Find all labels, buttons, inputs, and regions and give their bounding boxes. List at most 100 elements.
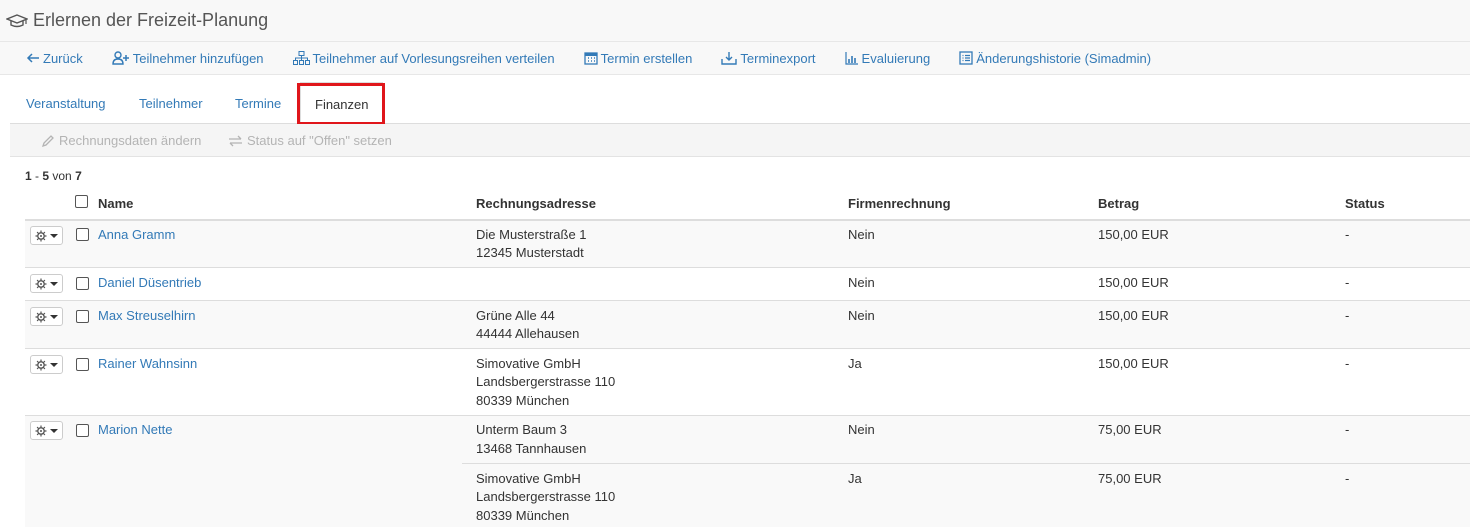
- gear-icon: [35, 359, 47, 370]
- company-invoice-value: Nein: [848, 275, 875, 290]
- company-invoice-value: Ja: [848, 471, 862, 486]
- column-header-address[interactable]: Rechnungsadresse: [476, 196, 596, 211]
- participant-name-link[interactable]: Marion Nette: [98, 420, 172, 439]
- page-title: Erlernen der Freizeit-Planung: [33, 10, 269, 30]
- address-line: Landsbergerstrasse 110: [476, 374, 616, 389]
- row-checkbox[interactable]: [76, 277, 89, 290]
- address-line: 80339 München: [476, 508, 570, 523]
- page-header: Erlernen der Freizeit-Planung: [0, 0, 1470, 42]
- address-line: Simovative GmbH: [476, 356, 581, 371]
- pencil-icon: [41, 134, 55, 148]
- address-line: 44444 Allehausen: [476, 326, 580, 341]
- action-toolbar: Zurück Teilnehmer hinzufügen Teilnehmer …: [0, 42, 1470, 75]
- distribute-participants-label: Teilnehmer auf Vorlesungsreihen verteile…: [312, 50, 555, 66]
- column-header-name[interactable]: Name: [98, 196, 133, 211]
- row-stripe: [25, 416, 1470, 527]
- amount-value: 75,00 EUR: [1098, 422, 1162, 437]
- add-participant-button[interactable]: Teilnehmer hinzufügen: [112, 51, 264, 66]
- address-line: Landsbergerstrasse 110: [476, 489, 616, 504]
- company-invoice-value: Nein: [848, 422, 875, 437]
- arrow-left-icon: [26, 51, 40, 65]
- edit-invoice-data-label: Rechnungsdaten ändern: [59, 133, 202, 148]
- list-alt-icon: [959, 51, 973, 65]
- participant-name-link[interactable]: Max Streuselhirn: [98, 306, 196, 325]
- appointment-export-label: Terminexport: [740, 50, 816, 66]
- address-line: Grüne Alle 44: [476, 308, 555, 323]
- row-checkbox[interactable]: [76, 228, 89, 241]
- row-actions-dropdown[interactable]: [30, 274, 63, 293]
- company-invoice-value: Ja: [848, 356, 862, 371]
- status-value: -: [1345, 471, 1350, 486]
- sitemap-icon: [292, 51, 310, 65]
- company-invoice-value: Nein: [848, 308, 875, 323]
- evaluation-label: Evaluierung: [861, 50, 931, 66]
- row-divider: [25, 415, 1470, 416]
- address-line: Unterm Baum 3: [476, 422, 568, 437]
- address-line: 12345 Musterstadt: [476, 245, 584, 260]
- row-stripe: [25, 221, 1470, 267]
- address-line: 13468 Tannhausen: [476, 441, 587, 456]
- gear-icon: [35, 278, 47, 289]
- create-appointment-label: Termin erstellen: [600, 50, 693, 66]
- pager-from: 1: [25, 169, 32, 183]
- status-value: -: [1345, 308, 1350, 323]
- status-value: -: [1345, 275, 1350, 290]
- row-actions-dropdown[interactable]: [30, 355, 63, 374]
- amount-value: 150,00 EUR: [1098, 308, 1169, 323]
- tab-veranstaltung[interactable]: Veranstaltung: [26, 82, 106, 123]
- graduation-cap-icon: [6, 13, 28, 29]
- change-history-label: Änderungshistorie (Simadmin): [976, 50, 1152, 66]
- row-actions-dropdown[interactable]: [30, 421, 63, 440]
- row-checkbox[interactable]: [76, 310, 89, 323]
- status-value: -: [1345, 356, 1350, 371]
- change-history-button[interactable]: Änderungshistorie (Simadmin): [959, 51, 1151, 66]
- amount-value: 150,00 EUR: [1098, 275, 1169, 290]
- participant-name-link[interactable]: Anna Gramm: [98, 225, 175, 244]
- edit-invoice-data-button[interactable]: Rechnungsdaten ändern: [41, 124, 201, 157]
- participant-name-link[interactable]: Rainer Wahnsinn: [98, 354, 197, 373]
- pager-total: 7: [75, 169, 82, 183]
- row-actions-dropdown[interactable]: [30, 307, 63, 326]
- status-value: -: [1345, 227, 1350, 242]
- amount-value: 150,00 EUR: [1098, 356, 1169, 371]
- address-line: 80339 München: [476, 393, 570, 408]
- add-participant-label: Teilnehmer hinzufügen: [132, 50, 264, 66]
- bar-chart-icon: [844, 51, 859, 65]
- create-appointment-button[interactable]: Termin erstellen: [583, 50, 693, 66]
- status-value: -: [1345, 422, 1350, 437]
- participant-name-link[interactable]: Daniel Düsentrieb: [98, 273, 201, 292]
- set-status-open-button[interactable]: Status auf "Offen" setzen: [228, 124, 392, 157]
- gear-icon: [35, 311, 47, 322]
- address-line: Simovative GmbH: [476, 471, 581, 486]
- pagination-summary: 1 - 5 von 7: [25, 169, 82, 183]
- set-status-open-label: Status auf "Offen" setzen: [247, 133, 392, 148]
- row-divider: [25, 348, 1470, 349]
- back-label: Zurück: [43, 50, 83, 66]
- row-checkbox[interactable]: [76, 424, 89, 437]
- row-divider: [462, 463, 1470, 464]
- appointment-export-button[interactable]: Terminexport: [721, 50, 816, 66]
- row-stripe: [25, 301, 1470, 348]
- highlight-box: [297, 83, 385, 125]
- exchange-icon: [228, 134, 243, 148]
- column-header-amount[interactable]: Betrag: [1098, 196, 1139, 211]
- amount-value: 75,00 EUR: [1098, 471, 1162, 486]
- amount-value: 150,00 EUR: [1098, 227, 1169, 242]
- export-icon: [721, 51, 738, 65]
- pager-of: von: [49, 169, 76, 183]
- back-button[interactable]: Zurück: [26, 51, 83, 66]
- row-checkbox[interactable]: [76, 358, 89, 371]
- caret-down-icon: [50, 314, 58, 319]
- tab-termine[interactable]: Termine: [235, 82, 281, 123]
- evaluation-button[interactable]: Evaluierung: [844, 50, 931, 66]
- gear-icon: [35, 230, 47, 241]
- caret-down-icon: [50, 362, 58, 367]
- select-all-checkbox[interactable]: [75, 195, 88, 208]
- caret-down-icon: [50, 281, 58, 286]
- column-header-company-invoice[interactable]: Firmenrechnung: [848, 196, 951, 211]
- table-action-bar: Rechnungsdaten ändern Status auf "Offen"…: [10, 124, 1470, 157]
- distribute-participants-button[interactable]: Teilnehmer auf Vorlesungsreihen verteile…: [292, 50, 555, 66]
- row-actions-dropdown[interactable]: [30, 226, 63, 245]
- tab-teilnehmer[interactable]: Teilnehmer: [139, 82, 203, 123]
- column-header-status[interactable]: Status: [1345, 196, 1385, 211]
